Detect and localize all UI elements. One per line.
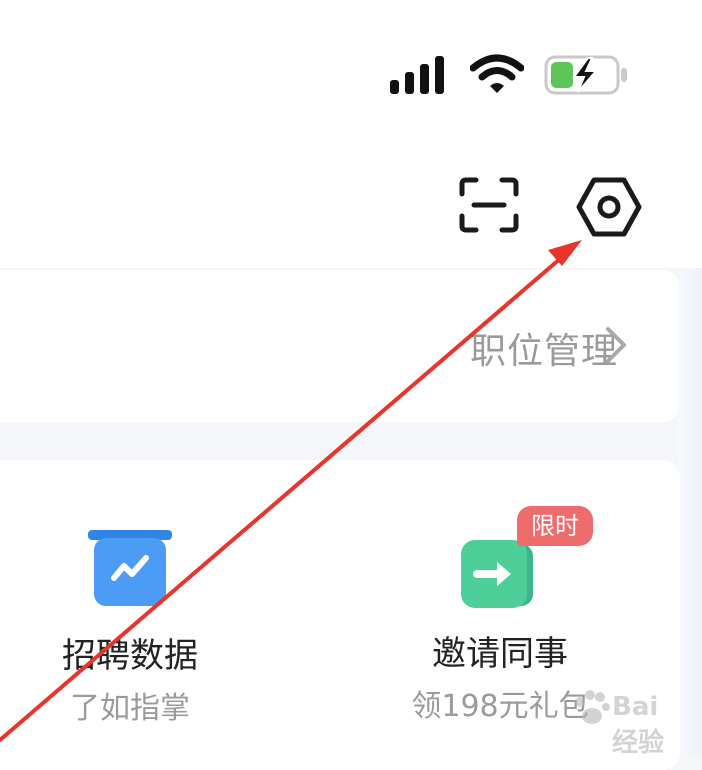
- tool-title: 招聘数据: [62, 636, 198, 676]
- status-bar: [0, 0, 702, 140]
- position-management-link[interactable]: 职位管理: [470, 322, 618, 374]
- tool-recruitment-data[interactable]: 招聘数据 了如指掌: [20, 530, 240, 727]
- cellular-signal-icon: [390, 56, 444, 94]
- paw-icon: [575, 690, 610, 724]
- tool-subtitle: 了如指掌: [70, 691, 190, 726]
- invite-arrow-icon: [461, 540, 533, 608]
- watermark: Bai 经验: [572, 678, 692, 758]
- chevron-right-icon[interactable]: [604, 325, 628, 365]
- data-chart-icon: [88, 530, 172, 606]
- position-card: 职位管理: [0, 270, 680, 422]
- scan-icon[interactable]: [458, 176, 520, 234]
- invite-icon-group: 限时: [425, 500, 593, 608]
- battery-charging-icon: [544, 55, 627, 95]
- limited-time-badge: 限时: [517, 506, 593, 546]
- watermark-text: Bai 经验: [612, 692, 665, 758]
- wifi-icon: [470, 54, 524, 93]
- tool-title: 邀请同事: [432, 634, 568, 674]
- settings-icon[interactable]: [576, 176, 642, 238]
